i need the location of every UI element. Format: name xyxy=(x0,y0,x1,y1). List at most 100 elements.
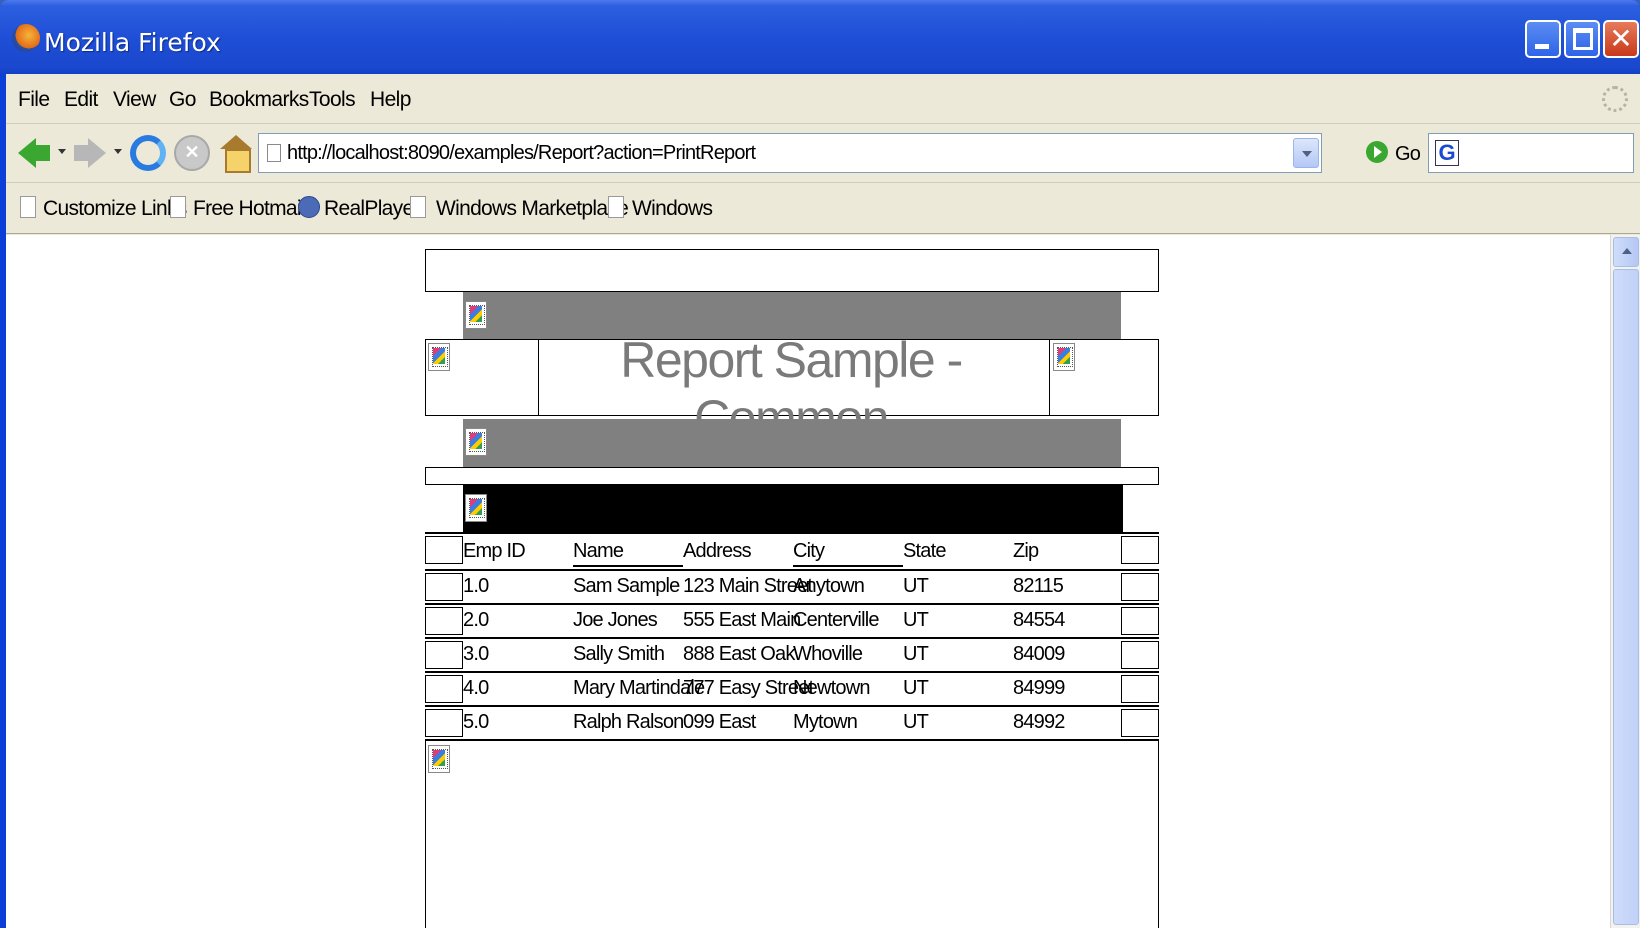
table-cell: UT xyxy=(903,643,929,665)
bookmark-windows[interactable]: Windows xyxy=(632,197,713,221)
column-header-city: City xyxy=(793,540,825,562)
table-cell: 82115 xyxy=(1013,575,1064,597)
back-history-dropdown-icon[interactable] xyxy=(58,149,66,154)
table-cell: Ralph Ralson xyxy=(573,711,684,733)
bookmarks-toolbar: Customize Links Free Hotmail RealPlayer … xyxy=(6,184,1640,234)
home-icon[interactable] xyxy=(218,135,254,173)
stop-icon[interactable]: ✕ xyxy=(174,135,210,171)
table-cell: Newtown xyxy=(793,677,870,699)
broken-image-icon xyxy=(428,343,450,371)
go-icon[interactable] xyxy=(1366,141,1388,163)
page-content: Report Sample - Common Emp ID Name Addre… xyxy=(6,235,1610,928)
url-history-dropdown-icon[interactable] xyxy=(1293,138,1319,168)
broken-image-icon xyxy=(1053,343,1075,371)
table-cell: 84009 xyxy=(1013,643,1065,665)
minimize-button[interactable] xyxy=(1525,20,1561,58)
maximize-button[interactable] xyxy=(1564,20,1600,58)
bookmark-realplayer[interactable]: RealPlayer xyxy=(324,197,420,221)
menu-tools[interactable]: Tools xyxy=(309,88,356,112)
menu-bookmarks[interactable]: Bookmarks xyxy=(209,88,309,112)
minimize-icon xyxy=(1535,44,1549,49)
browser-chrome: File Edit View Go Bookmarks Tools Help ✕… xyxy=(6,74,1640,928)
forward-history-dropdown-icon[interactable] xyxy=(114,149,122,154)
menu-view[interactable]: View xyxy=(113,88,156,112)
bookmark-page-icon xyxy=(410,196,426,218)
throbber-icon xyxy=(1602,86,1628,112)
report-top-border-box xyxy=(425,249,1159,292)
table-left-cell xyxy=(425,607,463,635)
scroll-up-icon[interactable] xyxy=(1613,237,1639,267)
bookmark-page-icon xyxy=(20,196,36,218)
table-cell: 84999 xyxy=(1013,677,1065,699)
title-bar[interactable]: Mozilla Firefox ✕ xyxy=(0,0,1640,74)
table-cell: 888 East Oak xyxy=(683,643,795,665)
table-cell: 84554 xyxy=(1013,609,1065,631)
search-box[interactable]: G xyxy=(1428,133,1634,173)
table-cell: Joe Jones xyxy=(573,609,658,631)
menu-edit[interactable]: Edit xyxy=(64,88,98,112)
table-left-cell xyxy=(425,709,463,737)
broken-image-icon xyxy=(428,745,450,773)
table-cell: 3.0 xyxy=(463,643,489,665)
table-row-rule xyxy=(425,637,1159,639)
browser-window: Mozilla Firefox ✕ File Edit View Go Book… xyxy=(0,0,1640,928)
table-right-cell xyxy=(1121,709,1159,737)
table-right-cell xyxy=(1121,675,1159,703)
navigation-toolbar: ✕ Go G xyxy=(6,125,1640,183)
bookmark-windows-marketplace[interactable]: Windows Marketplace xyxy=(436,197,629,221)
back-arrow-icon[interactable] xyxy=(16,135,52,171)
go-button-label[interactable]: Go xyxy=(1395,143,1421,166)
report-spacer-box xyxy=(425,467,1159,485)
google-search-engine-icon[interactable]: G xyxy=(1435,140,1459,166)
table-left-cell xyxy=(425,675,463,703)
reload-icon[interactable] xyxy=(130,135,166,171)
broken-image-icon xyxy=(465,494,487,522)
table-right-cell xyxy=(1121,641,1159,669)
table-left-cell xyxy=(425,573,463,601)
table-right-cell xyxy=(1121,607,1159,635)
column-header-emp-id: Emp ID xyxy=(463,540,526,562)
table-cell: Sam Sample xyxy=(573,575,680,597)
table-right-cell xyxy=(1121,573,1159,601)
column-header-address: Address xyxy=(683,540,752,562)
menu-help[interactable]: Help xyxy=(370,88,411,112)
table-cell: 555 East Main xyxy=(683,609,801,631)
table-cell: Sally Smith xyxy=(573,643,665,665)
bookmark-customize-links[interactable]: Customize Links xyxy=(43,197,187,221)
column-header-underline xyxy=(573,565,683,567)
table-cell: UT xyxy=(903,575,929,597)
table-left-cell xyxy=(425,641,463,669)
table-cell: 099 East xyxy=(683,711,756,733)
close-button[interactable]: ✕ xyxy=(1603,20,1639,58)
column-header-state: State xyxy=(903,540,946,562)
bookmark-page-icon xyxy=(608,196,624,218)
column-header-name: Name xyxy=(573,540,624,562)
table-cell: Mytown xyxy=(793,711,858,733)
table-row-rule xyxy=(425,569,1159,571)
table-row-rule xyxy=(425,671,1159,673)
forward-arrow-icon[interactable] xyxy=(72,135,108,171)
scrollbar-thumb[interactable] xyxy=(1613,269,1639,925)
vertical-scrollbar[interactable] xyxy=(1610,235,1640,928)
table-row-rule xyxy=(425,603,1159,605)
realplayer-icon xyxy=(298,196,320,218)
broken-image-icon xyxy=(465,301,487,329)
broken-image-icon xyxy=(465,428,487,456)
bookmark-page-icon xyxy=(170,196,186,218)
menu-bar: File Edit View Go Bookmarks Tools Help xyxy=(6,74,1640,124)
page-icon xyxy=(267,144,281,162)
bookmark-free-hotmail[interactable]: Free Hotmail xyxy=(193,197,305,221)
table-cell: 1.0 xyxy=(463,575,489,597)
report: Report Sample - Common Emp ID Name Addre… xyxy=(425,235,1159,928)
address-bar[interactable] xyxy=(258,133,1322,173)
window-title: Mozilla Firefox xyxy=(44,28,221,57)
table-header-top-rule xyxy=(425,532,1159,534)
table-cell: UT xyxy=(903,609,929,631)
report-header-band-black xyxy=(463,485,1123,533)
table-cell: Centerville xyxy=(793,609,879,631)
menu-file[interactable]: File xyxy=(18,88,50,112)
table-cell: 2.0 xyxy=(463,609,489,631)
column-header-underline xyxy=(793,565,903,567)
url-input[interactable] xyxy=(287,138,1277,168)
menu-go[interactable]: Go xyxy=(169,88,196,112)
